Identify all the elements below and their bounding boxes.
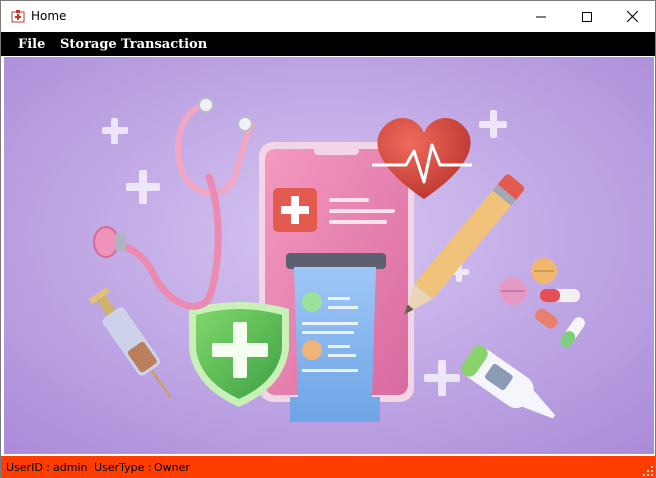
menu-transaction[interactable]: Transaction: [121, 37, 207, 52]
maximize-icon: [582, 11, 592, 22]
home-hero-image: [4, 57, 654, 454]
minimize-button[interactable]: [518, 1, 564, 32]
status-bar: UserID : admin UserType : Owner: [1, 456, 655, 478]
resize-grip-icon[interactable]: [643, 466, 653, 476]
app-icon: [11, 10, 25, 23]
window-title: Home: [31, 9, 67, 23]
receipt-illustration: [286, 253, 386, 422]
menu-storage[interactable]: Storage: [60, 37, 117, 52]
minimize-icon: [536, 16, 546, 17]
menu-bar: File Storage Transaction: [1, 32, 655, 56]
menu-file[interactable]: File: [18, 37, 45, 52]
user-id-value: admin: [53, 461, 88, 474]
close-icon: [626, 11, 638, 22]
title-bar[interactable]: Home: [1, 1, 655, 32]
app-window: Home File Storage Transaction UserID: a…: [0, 0, 656, 478]
user-type-label: UserType :: [94, 461, 152, 474]
close-button[interactable]: [609, 1, 655, 32]
maximize-button[interactable]: [564, 1, 610, 32]
user-type-value: Owner: [154, 461, 190, 474]
user-id-label: UserID :: [6, 461, 50, 474]
